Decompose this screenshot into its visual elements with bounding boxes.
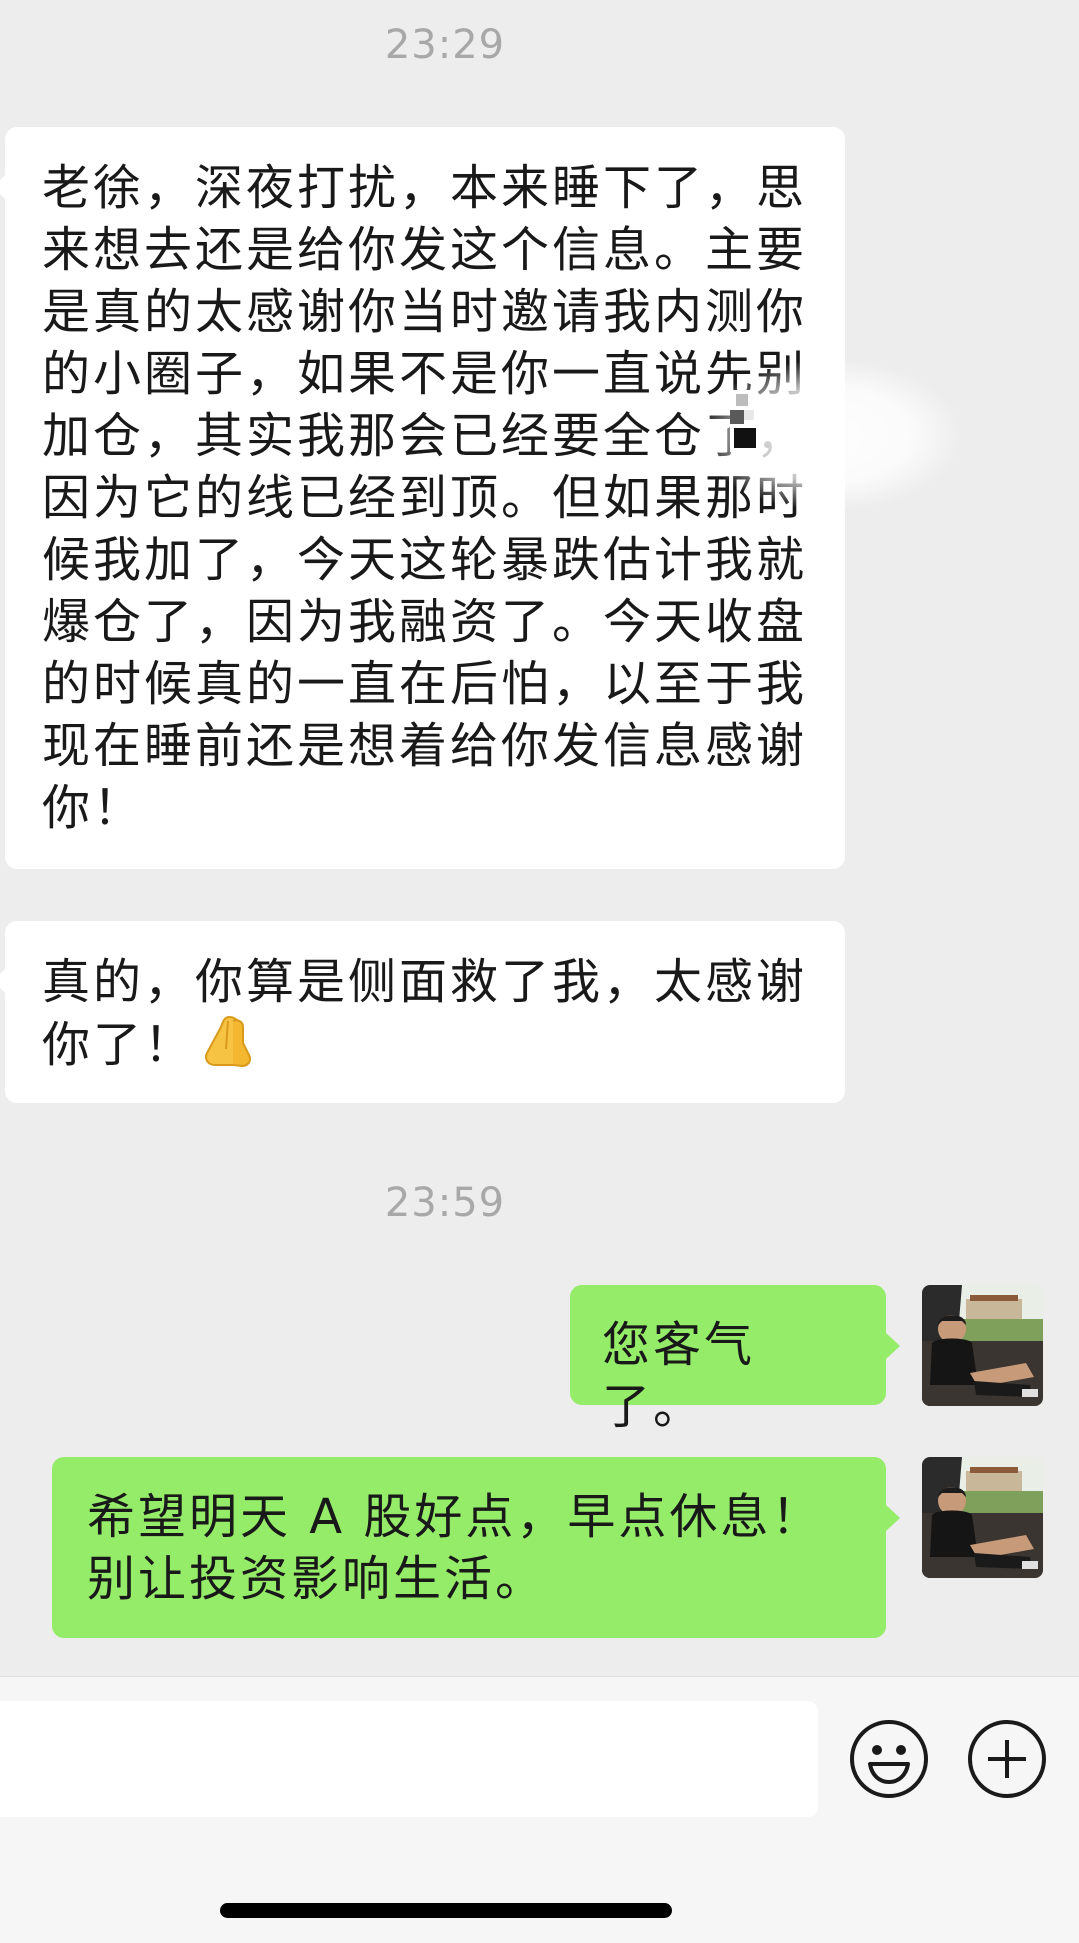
avatar[interactable] <box>922 1285 1043 1406</box>
outgoing-message-bubble[interactable]: 您客气了。 <box>570 1285 900 1435</box>
plus-circle-icon[interactable] <box>966 1718 1048 1800</box>
message-text: 希望明天 A 股好点，早点休息！别让投资影响生活。 <box>87 1489 823 1607</box>
avatar-photo <box>922 1285 1043 1406</box>
censor-pixel-mark <box>730 390 756 452</box>
smiley-icon[interactable] <box>848 1718 930 1800</box>
message-timestamp: 23:59 <box>384 1180 506 1226</box>
message-text: 老徐，深夜打扰，本来睡下了，思来想去还是给你发这个信息。主要是真的太感谢你当时邀… <box>42 160 808 836</box>
message-text: 您客气了。 <box>602 1317 756 1435</box>
home-indicator <box>220 1903 672 1918</box>
avatar-photo <box>922 1457 1043 1578</box>
outgoing-message-bubble[interactable]: 希望明天 A 股好点，早点休息！别让投资影响生活。 <box>52 1457 900 1638</box>
chat-input-bar <box>0 1676 1079 1943</box>
avatar[interactable] <box>922 1457 1043 1578</box>
message-text: 真的，你算是侧面救了我，太感谢你了！ <box>42 954 808 1073</box>
folded-hands-emoji <box>205 1015 252 1068</box>
incoming-message-bubble[interactable]: 真的，你算是侧面救了我，太感谢你了！ <box>0 921 845 1103</box>
message-timestamp: 23:29 <box>384 22 506 68</box>
incoming-message-bubble[interactable]: 老徐，深夜打扰，本来睡下了，思来想去还是给你发这个信息。主要是真的太感谢你当时邀… <box>0 127 845 869</box>
message-input[interactable] <box>0 1701 818 1817</box>
